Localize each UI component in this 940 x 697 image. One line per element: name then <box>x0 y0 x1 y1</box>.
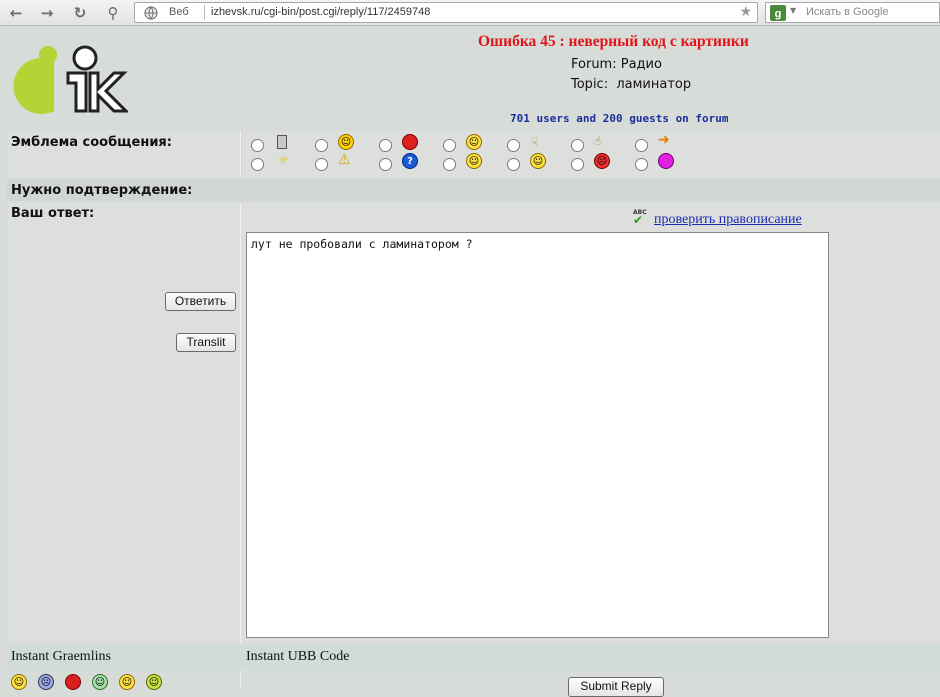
wink-icon[interactable]: ☺ <box>119 674 135 690</box>
instant-ubb-label: Instant UBB Code <box>246 649 350 664</box>
site-logo <box>13 45 128 114</box>
error-message: Ошибка 45 : неверный код с картинки <box>478 33 749 50</box>
forum-value: Радио <box>620 57 662 72</box>
forum-header <box>0 27 940 130</box>
answer-label: Ваш ответ: <box>11 206 95 221</box>
smile-icon: ☺ <box>466 134 482 150</box>
emblem-radio-cool[interactable] <box>443 158 456 171</box>
forum-label: Forum: <box>571 57 617 72</box>
instant-codes-row: Instant Graemlins Instant UBB Code <box>7 644 940 670</box>
answer-label-cell: Ваш ответ: <box>7 203 241 643</box>
laughing-icon: ☺ <box>338 134 354 150</box>
search-dropdown-icon[interactable]: ▼ <box>790 6 796 15</box>
frown-icon[interactable]: ☹ <box>38 674 54 690</box>
thumbs-up-icon: ☝ <box>594 134 602 148</box>
globe-icon <box>144 6 158 20</box>
emblem-radio-document[interactable] <box>251 139 264 152</box>
message-textarea[interactable]: лут не пробовали с ламинатором ? <box>246 232 829 638</box>
emblem-radio-question[interactable] <box>379 158 392 171</box>
topic-row: Topic: ламинатор <box>571 77 691 92</box>
grin-icon[interactable]: ☺ <box>92 674 108 690</box>
address-bar[interactable]: Веб izhevsk.ru/cgi-bin/post.cgi/reply/11… <box>134 2 758 23</box>
emblem-options: ☺ ☺ ☟ ☝ ➜ ☼ ⚠ ? ☺ ☺ ☹ <box>242 131 940 177</box>
sad-icon: ☹ <box>594 153 610 169</box>
emblem-radio-sad[interactable] <box>571 158 584 171</box>
emblem-radio-circle[interactable] <box>635 158 648 171</box>
confirmation-label: Нужно подтверждение: <box>11 183 193 198</box>
document-icon <box>277 135 287 149</box>
translit-button[interactable]: Translit <box>176 333 236 352</box>
emblem-radio-laughing[interactable] <box>315 139 328 152</box>
reload-icon[interactable]: ↻ <box>70 3 90 23</box>
site-identity-label: Веб <box>169 6 189 18</box>
cool-icon: ☺ <box>466 153 482 169</box>
question-icon: ? <box>402 153 418 169</box>
thumbs-down-icon: ☟ <box>531 135 539 149</box>
browser-toolbar: ← → ↻ ⚲ Веб izhevsk.ru/cgi-bin/post.cgi/… <box>0 0 940 26</box>
emblem-radio-smile[interactable] <box>443 139 456 152</box>
bookmark-star-icon[interactable]: ★ <box>739 4 752 20</box>
emblem-radio-stop[interactable] <box>379 139 392 152</box>
key-icon[interactable]: ⚲ <box>101 3 125 23</box>
users-online-count: 701 users and 200 guests on forum <box>510 112 729 125</box>
reply-button[interactable]: Ответить <box>165 292 236 311</box>
confirmation-row: Нужно подтверждение: <box>7 179 940 201</box>
emblem-radio-thumbs-down[interactable] <box>507 139 520 152</box>
emblem-radio-grin[interactable] <box>507 158 520 171</box>
stop-icon <box>402 134 418 150</box>
emblem-radio-lightbulb[interactable] <box>251 158 264 171</box>
spellcheck-link[interactable]: проверить правописание <box>654 212 802 228</box>
back-icon[interactable]: ← <box>6 3 26 23</box>
cool-icon[interactable]: ☺ <box>146 674 162 690</box>
emblem-label-cell: Эмблема сообщения: <box>7 131 241 177</box>
grin-icon: ☺ <box>530 153 546 169</box>
url-text[interactable]: izhevsk.ru/cgi-bin/post.cgi/reply/117/24… <box>211 6 430 18</box>
arrow-icon: ➜ <box>658 132 670 148</box>
graemlins-row: ☺ ☹ ☺ ☺ ☺ <box>7 671 940 690</box>
search-input[interactable]: g ▼ Искать в Google <box>765 2 940 23</box>
check-mark-icon: ✔ <box>633 213 644 227</box>
emblem-label: Эмблема сообщения: <box>11 135 172 150</box>
emblem-radio-thumbs-up[interactable] <box>571 139 584 152</box>
emblem-radio-warning[interactable] <box>315 158 328 171</box>
graemlins-cell: ☺ ☹ ☺ ☺ ☺ <box>7 671 241 690</box>
spellcheck-icon[interactable]: ABC ✔ <box>633 209 647 227</box>
emblem-radio-arrow[interactable] <box>635 139 648 152</box>
svg-text:g: g <box>775 8 782 20</box>
search-placeholder: Искать в Google <box>806 6 889 18</box>
lightbulb-icon: ☼ <box>278 153 289 167</box>
forum-row: Forum: Радио <box>571 57 662 72</box>
smile-icon[interactable]: ☺ <box>11 674 27 690</box>
topic-value: ламинатор <box>616 77 692 92</box>
instant-graemlins-label: Instant Graemlins <box>11 649 111 664</box>
warning-icon: ⚠ <box>338 152 351 168</box>
circle-icon <box>658 153 674 169</box>
angry-icon[interactable] <box>65 674 81 690</box>
topic-label: Topic: <box>571 77 609 92</box>
emblem-row: Эмблема сообщения: ☺ ☺ ☟ ☝ ➜ ☼ ⚠ ? ☺ ☺ ☹ <box>7 131 940 177</box>
google-icon[interactable]: g <box>770 5 786 21</box>
forward-icon[interactable]: → <box>37 3 57 23</box>
submit-reply-button[interactable]: Submit Reply <box>568 677 664 697</box>
address-divider <box>204 5 205 20</box>
